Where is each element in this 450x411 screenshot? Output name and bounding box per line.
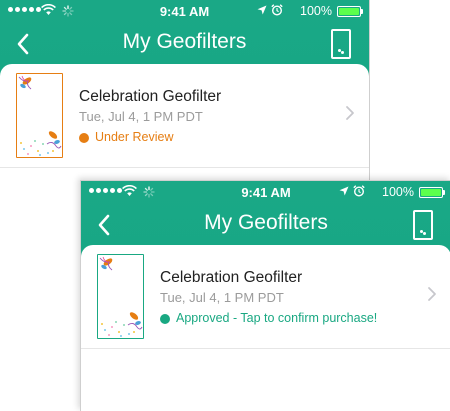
- geofilter-row[interactable]: Celebration Geofilter Tue, Jul 4, 1 PM P…: [0, 64, 369, 168]
- status-dot: [79, 133, 89, 143]
- filter-frame-icon[interactable]: [331, 29, 351, 59]
- status-text: Approved - Tap to confirm purchase!: [176, 311, 378, 325]
- location-arrow-icon: [339, 186, 349, 196]
- battery-icon: [419, 187, 445, 198]
- geofilter-row[interactable]: Celebration Geofilter Tue, Jul 4, 1 PM P…: [81, 245, 450, 349]
- status-bar: 9:41 AM 100%: [81, 181, 450, 203]
- confetti-image: [18, 75, 62, 156]
- alarm-clock-icon: [353, 185, 365, 197]
- chevron-right-icon: [346, 106, 354, 120]
- geofilter-date: Tue, Jul 4, 1 PM PDT: [79, 109, 203, 124]
- geofilter-thumbnail: [16, 73, 63, 158]
- status-dot: [160, 314, 170, 324]
- geofilter-title: Celebration Geofilter: [79, 88, 222, 105]
- page-title: My Geofilters: [204, 211, 328, 234]
- filter-frame-icon[interactable]: [413, 210, 433, 240]
- location-arrow-icon: [257, 5, 267, 15]
- geofilter-title: Celebration Geofilter: [160, 269, 303, 286]
- chevron-right-icon: [428, 287, 436, 301]
- status-bar: 9:41 AM 100%: [0, 0, 369, 22]
- geofilter-date: Tue, Jul 4, 1 PM PDT: [160, 290, 284, 305]
- status-text: Under Review: [95, 130, 174, 144]
- alarm-clock-icon: [271, 4, 283, 16]
- battery-percent: 100%: [382, 185, 414, 199]
- battery-percent: 100%: [300, 4, 332, 18]
- geofilter-list: Celebration Geofilter Tue, Jul 4, 1 PM P…: [81, 245, 450, 411]
- geofilter-thumbnail: [97, 254, 144, 339]
- screen-approved: 9:41 AM 100% My Geofilters Celebration G…: [80, 180, 450, 411]
- confetti-image: [99, 256, 143, 337]
- battery-icon: [337, 6, 363, 17]
- page-title: My Geofilters: [122, 30, 247, 53]
